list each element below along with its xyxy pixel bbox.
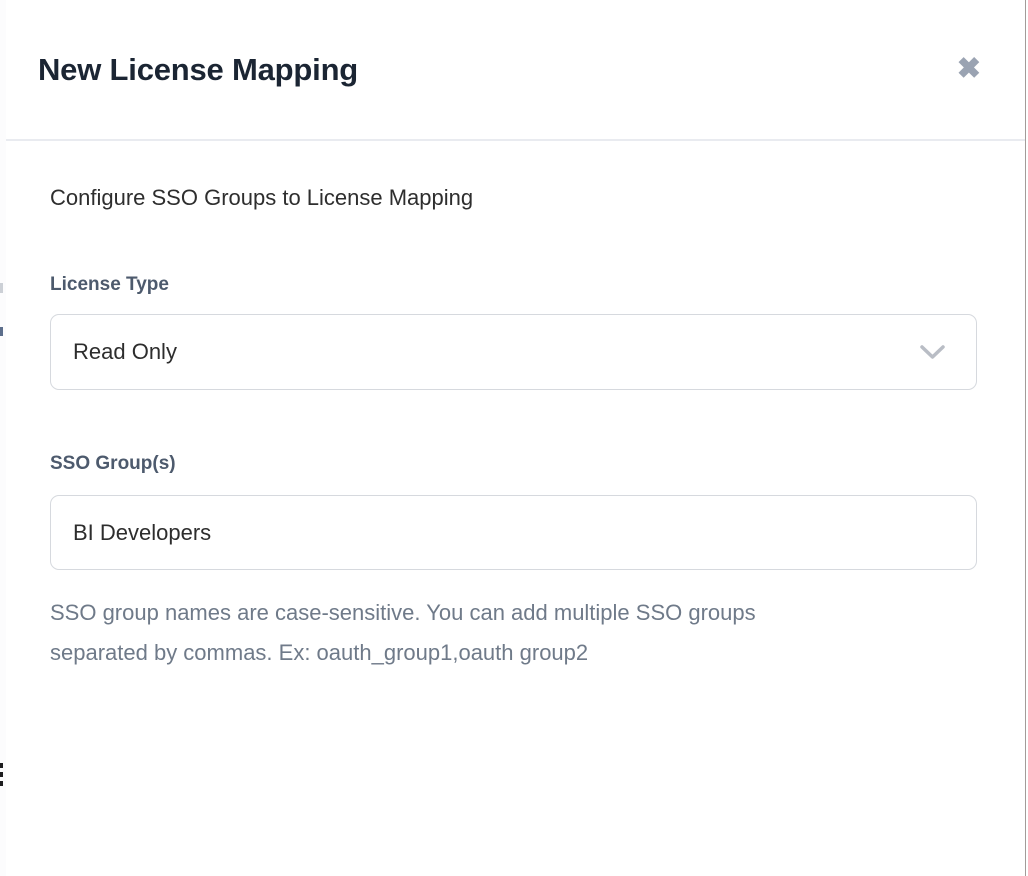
license-type-select[interactable]: Read Only [50, 314, 977, 390]
help-text-line-2: separated by commas. Ex: oauth_group1,oa… [50, 633, 977, 673]
page-behind-fragment [0, 283, 3, 293]
new-license-mapping-dialog: New License Mapping ✖ Configure SSO Grou… [6, 0, 1025, 876]
page-behind-fragment [0, 772, 3, 777]
dialog-description: Configure SSO Groups to License Mapping [50, 185, 977, 211]
sso-groups-input[interactable] [50, 495, 977, 570]
page-behind-fragment [0, 763, 3, 768]
license-type-label: License Type [50, 274, 977, 296]
help-text-line-1: SSO group names are case-sensitive. You … [50, 593, 977, 633]
dialog-title: New License Mapping [38, 52, 358, 88]
sso-groups-label: SSO Group(s) [50, 453, 977, 475]
close-icon: ✖ [957, 53, 981, 85]
viewport-right-edge [1025, 0, 1026, 876]
page-behind-fragment [0, 781, 3, 786]
license-type-selected-value: Read Only [73, 339, 177, 365]
sso-groups-help-text: SSO group names are case-sensitive. You … [50, 593, 977, 673]
page-behind-fragment [0, 327, 3, 336]
chevron-down-icon [919, 344, 946, 360]
close-button[interactable]: ✖ [957, 55, 981, 84]
dialog-body: Configure SSO Groups to License Mapping … [6, 141, 1025, 673]
dialog-header: New License Mapping ✖ [6, 0, 1025, 141]
